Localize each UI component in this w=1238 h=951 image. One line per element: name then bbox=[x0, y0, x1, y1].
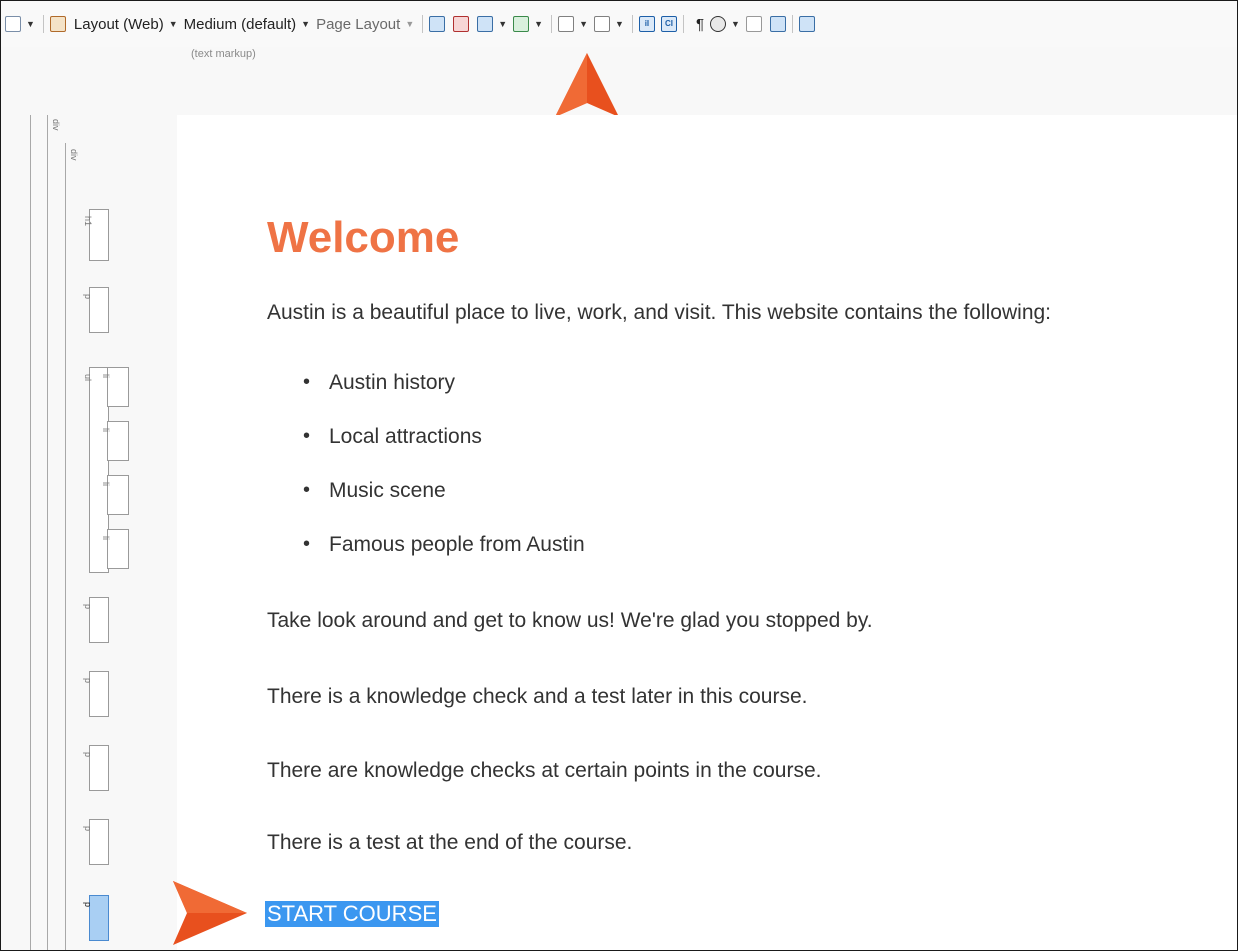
il-button[interactable]: iI bbox=[638, 13, 655, 35]
structure-bar: div div h1 p ul li li li li p p p p p bbox=[1, 115, 177, 950]
tag-h1[interactable]: h1 bbox=[83, 209, 109, 261]
list-item: Music scene bbox=[267, 479, 585, 533]
topic-list: Austin history Local attractions Music s… bbox=[267, 371, 585, 587]
tag-li[interactable]: li bbox=[101, 367, 129, 407]
structure-line bbox=[65, 143, 66, 950]
il-icon: iI bbox=[638, 16, 655, 32]
tag-p[interactable]: p bbox=[83, 671, 109, 717]
structure-line bbox=[47, 115, 48, 950]
document-a-icon bbox=[594, 16, 611, 32]
tag-label: li bbox=[101, 428, 111, 432]
collapse-icon bbox=[769, 16, 786, 32]
toolbar-separator bbox=[42, 15, 44, 33]
paragraph: There is a knowledge check and a test la… bbox=[267, 685, 808, 708]
page-layout-dropdown[interactable]: Page Layout bbox=[316, 13, 400, 35]
layout-dropdown[interactable]: Layout (Web) bbox=[74, 13, 164, 35]
tag-li[interactable]: li bbox=[101, 529, 129, 569]
insert-icon bbox=[798, 16, 815, 32]
chevron-down-icon[interactable]: ▼ bbox=[534, 19, 543, 29]
chevron-down-icon[interactable]: ▼ bbox=[405, 19, 414, 29]
chevron-down-icon[interactable]: ▼ bbox=[301, 19, 310, 29]
paragraph: There are knowledge checks at certain po… bbox=[267, 759, 822, 782]
preview-button[interactable] bbox=[5, 13, 21, 35]
ci-icon: CI bbox=[660, 16, 677, 32]
collapse-button[interactable] bbox=[769, 13, 786, 35]
show-images-button[interactable] bbox=[477, 13, 494, 35]
page-layout-label: Page Layout bbox=[316, 15, 401, 33]
style-button[interactable] bbox=[49, 13, 66, 35]
toolbar-separator bbox=[682, 15, 684, 33]
structure-line bbox=[30, 115, 31, 950]
paragraph: Take look around and get to know us! We'… bbox=[267, 609, 873, 632]
text-button[interactable] bbox=[594, 13, 611, 35]
toolbar-separator bbox=[551, 15, 553, 33]
tag-div-outer[interactable]: div bbox=[51, 119, 61, 131]
magnifier-icon bbox=[5, 16, 21, 32]
show-tags-button[interactable]: ¶ bbox=[696, 16, 704, 33]
ci-button[interactable]: CI bbox=[660, 13, 677, 35]
list-item: Famous people from Austin bbox=[267, 533, 585, 587]
page-heading: Welcome bbox=[267, 213, 460, 262]
track-changes-icon bbox=[513, 16, 530, 32]
expand-button[interactable] bbox=[745, 13, 762, 35]
chevron-down-icon[interactable]: ▼ bbox=[498, 19, 507, 29]
toolbar: ▼ Layout (Web) ▼ Medium (default) ▼ Page… bbox=[1, 1, 1237, 47]
tag-label: p bbox=[83, 294, 93, 300]
show-spans-icon bbox=[453, 16, 470, 32]
expand-icon bbox=[745, 16, 762, 32]
tag-label: p bbox=[83, 752, 93, 758]
tag-li[interactable]: li bbox=[101, 475, 129, 515]
xref-button[interactable] bbox=[558, 13, 575, 35]
tag-label: p bbox=[83, 826, 93, 832]
tag-label: p bbox=[83, 902, 93, 908]
tag-label: h1 bbox=[83, 216, 93, 227]
toolbar-separator bbox=[631, 15, 633, 33]
tag-div-inner[interactable]: div bbox=[69, 149, 79, 161]
tag-p[interactable]: p bbox=[83, 287, 109, 333]
medium-label: Medium (default) bbox=[183, 15, 297, 33]
tag-label: p bbox=[83, 678, 93, 684]
paragraph: There is a test at the end of the course… bbox=[267, 831, 633, 854]
tag-label: li bbox=[101, 536, 111, 540]
medium-dropdown[interactable]: Medium (default) bbox=[184, 13, 297, 35]
image-icon bbox=[477, 16, 494, 32]
layout-label: Layout (Web) bbox=[73, 15, 164, 33]
callout-arrow-right-icon bbox=[173, 881, 247, 945]
tag-label: p bbox=[83, 604, 93, 610]
list-item: Local attractions bbox=[267, 425, 585, 479]
ruler-area bbox=[1, 47, 1237, 115]
toolbar-separator bbox=[791, 15, 793, 33]
editor-window: ▼ Layout (Web) ▼ Medium (default) ▼ Page… bbox=[0, 0, 1238, 951]
tag-p[interactable]: p bbox=[83, 745, 109, 791]
chevron-down-icon[interactable]: ▼ bbox=[615, 19, 624, 29]
toolbar-separator bbox=[422, 15, 424, 33]
tag-p[interactable]: p bbox=[83, 819, 109, 865]
tag-label: li bbox=[101, 482, 111, 486]
toolbar-row: ▼ Layout (Web) ▼ Medium (default) ▼ Page… bbox=[5, 10, 815, 38]
show-blocks-icon bbox=[429, 16, 446, 32]
conditions-button[interactable] bbox=[710, 13, 726, 35]
editor-content[interactable]: Welcome Austin is a beautiful place to l… bbox=[177, 115, 1237, 950]
list-item: Austin history bbox=[267, 371, 585, 425]
chevron-down-icon[interactable]: ▼ bbox=[579, 19, 588, 29]
show-changes-button[interactable] bbox=[513, 13, 530, 35]
tag-p[interactable]: p bbox=[83, 597, 109, 643]
document-x-icon bbox=[558, 16, 575, 32]
tag-label: ul bbox=[83, 374, 93, 382]
chevron-down-icon[interactable]: ▼ bbox=[169, 19, 178, 29]
callout-arrow-up-icon bbox=[555, 53, 619, 117]
start-course-link[interactable]: START COURSE bbox=[265, 901, 439, 927]
tag-p-selected[interactable]: p bbox=[83, 895, 109, 941]
show-spans-button[interactable] bbox=[453, 13, 470, 35]
chevron-down-icon[interactable]: ▼ bbox=[731, 19, 740, 29]
tag-label: li bbox=[101, 374, 111, 378]
tag-li[interactable]: li bbox=[101, 421, 129, 461]
text-markup-caption: (text markup) bbox=[191, 48, 256, 60]
eye-icon bbox=[710, 16, 726, 32]
chevron-down-icon[interactable]: ▼ bbox=[26, 19, 35, 29]
intro-paragraph: Austin is a beautiful place to live, wor… bbox=[267, 301, 1052, 324]
show-blocks-button[interactable] bbox=[429, 13, 446, 35]
paintbrush-icon bbox=[49, 16, 66, 32]
insert-button[interactable] bbox=[798, 13, 815, 35]
